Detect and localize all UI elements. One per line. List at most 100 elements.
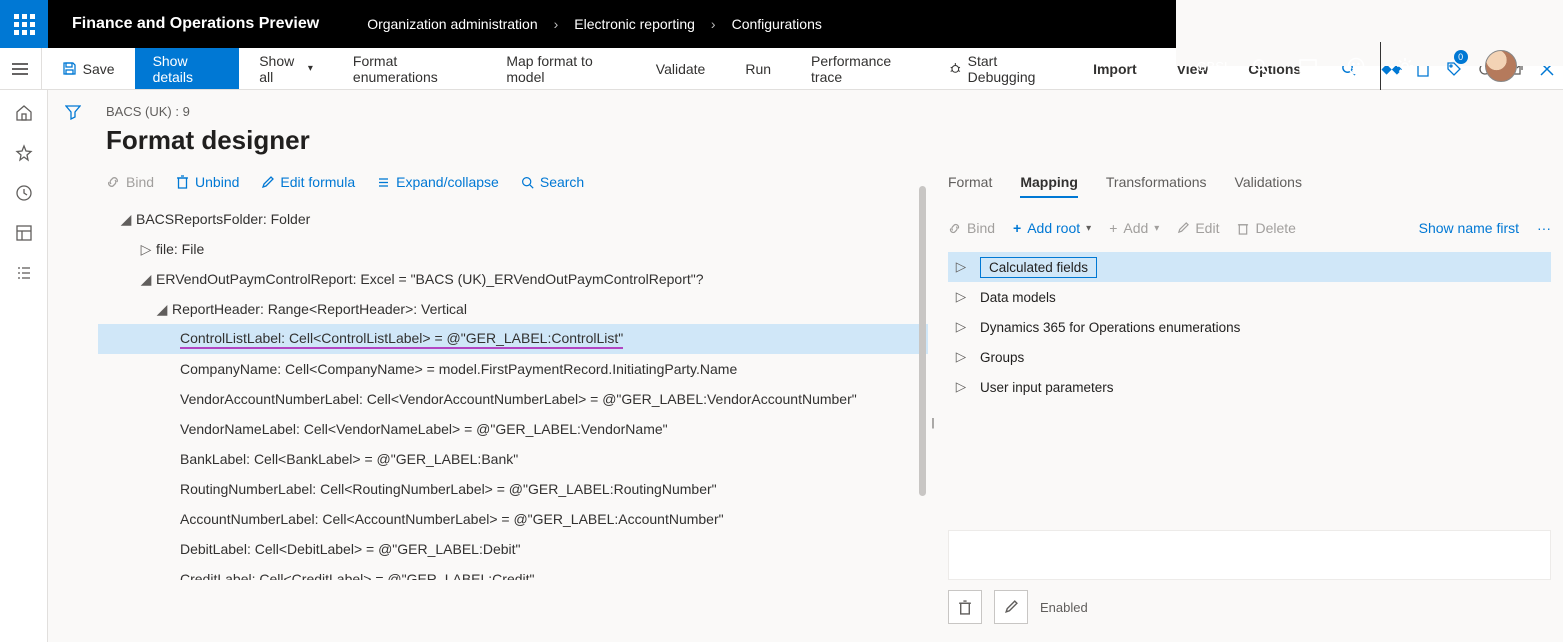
ds-node-label: User input parameters: [980, 380, 1114, 395]
filter-pane-toggle[interactable]: [48, 90, 98, 642]
caret-right-icon: ▷: [954, 259, 968, 275]
tree-node[interactable]: CreditLabel: Cell<CreditLabel> = @"GER_L…: [98, 564, 928, 580]
enabled-label: Enabled: [1040, 600, 1088, 615]
nav-toggle[interactable]: [0, 48, 42, 89]
plus-icon: +: [1109, 220, 1117, 236]
tree-node[interactable]: VendorAccountNumberLabel: Cell<VendorAcc…: [98, 384, 928, 414]
ds-node-label: Groups: [980, 350, 1024, 365]
left-rail: [0, 90, 48, 642]
chevron-down-icon: ▾: [1086, 223, 1091, 234]
search-button[interactable]: [1236, 42, 1284, 90]
tree-node[interactable]: RoutingNumberLabel: Cell<RoutingNumberLa…: [98, 474, 928, 504]
rail-recent[interactable]: [15, 184, 33, 202]
unbind-button[interactable]: Unbind: [176, 174, 239, 190]
import-button[interactable]: Import: [1087, 61, 1143, 77]
mapping-panel: || Format Mapping Transformations Valida…: [928, 90, 1563, 642]
user-avatar[interactable]: [1477, 42, 1525, 90]
chevron-down-icon: ▾: [1154, 223, 1159, 234]
tree-node-selected[interactable]: ControlListLabel: Cell<ControlListLabel>…: [98, 324, 928, 354]
funnel-icon: [65, 104, 81, 120]
edit-button[interactable]: Edit: [1177, 220, 1219, 236]
rail-modules[interactable]: [15, 264, 33, 282]
bind-button[interactable]: Bind: [106, 174, 154, 190]
tree-node[interactable]: DebitLabel: Cell<DebitLabel> = @"GER_LAB…: [98, 534, 928, 564]
search-icon: [1252, 58, 1268, 74]
notifications-button[interactable]: 0: [1438, 48, 1469, 89]
show-name-first-button[interactable]: Show name first: [1419, 220, 1519, 236]
ds-node-selected[interactable]: ▷Calculated fields: [948, 252, 1551, 282]
rail-favorites[interactable]: [15, 144, 33, 162]
expand-collapse-button[interactable]: Expand/collapse: [377, 174, 499, 190]
plus-icon: +: [1013, 220, 1021, 236]
delete-button[interactable]: Delete: [1237, 220, 1295, 236]
chevron-right-icon: ›: [554, 16, 559, 32]
search-button[interactable]: Search: [521, 174, 584, 190]
page-subtitle: BACS (UK) : 9: [98, 104, 928, 119]
more-button[interactable]: ···: [1537, 220, 1551, 236]
formula-bar[interactable]: [948, 530, 1551, 580]
tab-transformations[interactable]: Transformations: [1106, 174, 1207, 198]
splitter-handle[interactable]: ||: [928, 410, 936, 436]
ds-node[interactable]: ▷Data models: [948, 282, 1551, 312]
list-icon: [15, 264, 33, 282]
clock-icon: [15, 184, 33, 202]
tab-validations[interactable]: Validations: [1235, 174, 1302, 198]
save-button[interactable]: Save: [56, 61, 121, 77]
waffle-icon: [14, 14, 35, 35]
home-icon: [15, 104, 33, 122]
avatar-icon: [1485, 50, 1517, 82]
tree-node[interactable]: ▷file: File: [98, 234, 928, 264]
run-button[interactable]: Run: [739, 61, 777, 77]
ds-node[interactable]: ▷ User input parameters: [948, 372, 1551, 402]
feedback-button[interactable]: [1332, 42, 1380, 90]
tree-node[interactable]: ◢ReportHeader: Range<ReportHeader>: Vert…: [98, 294, 928, 324]
tab-mapping[interactable]: Mapping: [1020, 174, 1078, 198]
validate-button[interactable]: Validate: [650, 61, 712, 77]
map-format-button[interactable]: Map format to model: [500, 53, 621, 85]
caret-down-icon: ◢: [136, 271, 156, 288]
tree-node[interactable]: ◢ERVendOutPaymControlReport: Excel = "BA…: [98, 264, 928, 294]
breadcrumb-item[interactable]: Organization administration: [367, 16, 537, 32]
search-icon: [521, 176, 534, 189]
link-icon: [948, 222, 961, 235]
pencil-icon: [1177, 222, 1189, 234]
tree-node[interactable]: AccountNumberLabel: Cell<AccountNumberLa…: [98, 504, 928, 534]
show-all-button[interactable]: Show all ▾: [253, 53, 319, 85]
product-title: Finance and Operations Preview: [48, 15, 343, 33]
edit-formula-button[interactable]: [994, 590, 1028, 624]
start-debugging-button[interactable]: Start Debugging: [943, 53, 1059, 85]
settings-button[interactable]: [1381, 42, 1429, 90]
performance-trace-button[interactable]: Performance trace: [805, 53, 915, 85]
tab-format[interactable]: Format: [948, 174, 992, 198]
trash-icon: [176, 175, 189, 189]
edit-formula-button[interactable]: Edit formula: [261, 174, 355, 190]
ds-node[interactable]: ▷Dynamics 365 for Operations enumeration…: [948, 312, 1551, 342]
add-root-button[interactable]: + Add root ▾: [1013, 220, 1091, 236]
app-launcher[interactable]: [0, 0, 48, 48]
show-details-button[interactable]: Show details: [135, 48, 240, 89]
caret-right-icon: ▷: [954, 379, 968, 395]
hamburger-icon: [12, 63, 28, 75]
messages-button[interactable]: [1284, 42, 1332, 90]
rail-workspaces[interactable]: [15, 224, 33, 242]
rail-home[interactable]: [15, 104, 33, 122]
tree-node[interactable]: CompanyName: Cell<CompanyName> = model.F…: [98, 354, 928, 384]
star-icon: [15, 144, 33, 162]
ds-bind-button[interactable]: Bind: [948, 220, 995, 236]
pencil-icon: [1004, 600, 1018, 614]
pencil-icon: [261, 176, 274, 189]
breadcrumb-item[interactable]: Configurations: [732, 16, 822, 32]
scrollbar-thumb[interactable]: [919, 186, 926, 496]
delete-formula-button[interactable]: [948, 590, 982, 624]
tree-node[interactable]: VendorNameLabel: Cell<VendorNameLabel> =…: [98, 414, 928, 444]
messages-icon: [1299, 59, 1317, 73]
details-tabs: Format Mapping Transformations Validatio…: [948, 174, 1551, 206]
format-enumerations-button[interactable]: Format enumerations: [347, 53, 472, 85]
tree-node[interactable]: ◢BACSReportsFolder: Folder: [98, 204, 928, 234]
breadcrumb-item[interactable]: Electronic reporting: [574, 16, 695, 32]
ds-node[interactable]: ▷Groups: [948, 342, 1551, 372]
caret-right-icon: ▷: [954, 289, 968, 305]
add-button[interactable]: + Add ▾: [1109, 220, 1159, 236]
legal-entity[interactable]: GBSI: [1196, 59, 1235, 74]
scrollbar[interactable]: [916, 186, 928, 642]
